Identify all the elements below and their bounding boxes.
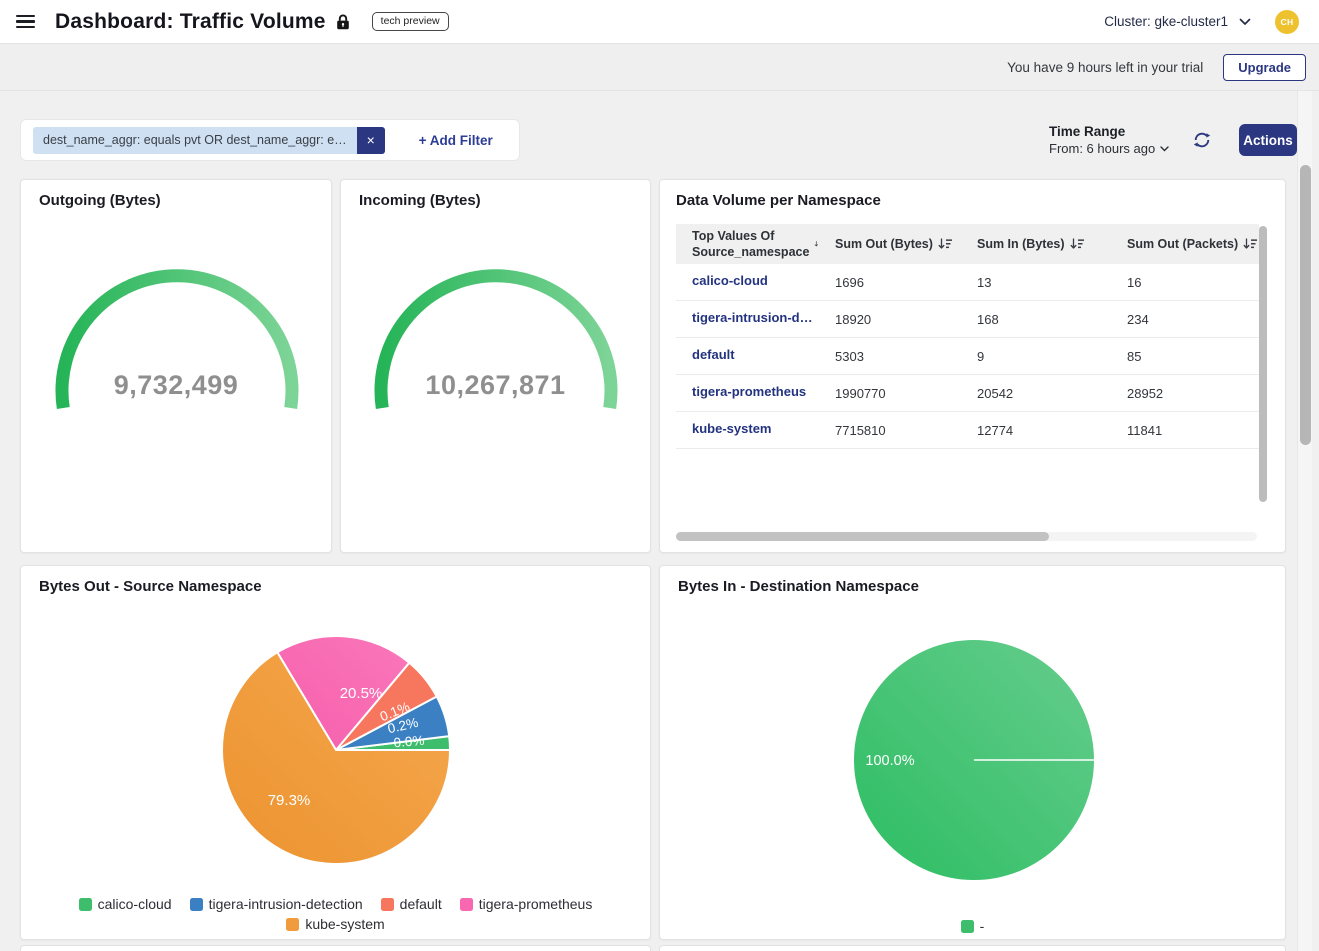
namespace-link[interactable]: kube-system [692, 421, 771, 436]
cell-sum-in-bytes: 12774 [961, 423, 1111, 438]
pie-label: 20.5% [340, 685, 383, 702]
pie-legend: - [660, 918, 1285, 934]
sort-amount-icon [1070, 238, 1085, 250]
table-row: default 5303 9 85 [676, 338, 1259, 375]
outgoing-bytes-card: Outgoing (Bytes) 9,732,499 [20, 179, 332, 553]
avatar[interactable]: CH [1275, 10, 1299, 34]
cell-sum-out-bytes: 1990770 [819, 386, 961, 401]
cell-sum-in-bytes: 13 [961, 275, 1111, 290]
add-filter-button[interactable]: + Add Filter [419, 133, 493, 148]
cell-sum-out-bytes: 18920 [819, 312, 961, 327]
table-header-row: Top Values OfSource_namespace Sum Out (B… [676, 224, 1259, 264]
time-range-value: From: 6 hours ago [1049, 141, 1155, 156]
bytes-out-pie-card: Bytes Out - Source Namespace 20.5% [20, 565, 651, 940]
table-row: tigera-intrusion-d… 18920 168 234 [676, 301, 1259, 338]
incoming-bytes-card: Incoming (Bytes) 10,267,871 [340, 179, 651, 553]
time-range-selector[interactable]: Time Range From: 6 hours ago [1049, 124, 1169, 156]
legend-item-tigera-intrusion-detection[interactable]: tigera-intrusion-detection [190, 896, 363, 912]
cluster-label: Cluster: gke-cluster1 [1104, 14, 1228, 29]
pie-label: 100.0% [865, 753, 914, 769]
namespace-link[interactable]: tigera-prometheus [692, 384, 806, 399]
cell-sum-out-packets: 16 [1111, 275, 1259, 290]
tech-preview-badge: tech preview [372, 12, 449, 31]
cluster-selector[interactable]: Cluster: gke-cluster1 [1104, 14, 1251, 29]
next-row-card-right [659, 945, 1286, 951]
chevron-down-icon [1160, 146, 1169, 152]
pie-legend: calico-cloud tigera-intrusion-detection … [21, 896, 650, 912]
trial-bar: You have 9 hours left in your trial Upgr… [0, 44, 1319, 91]
cell-sum-out-packets: 85 [1111, 349, 1259, 364]
incoming-gauge [341, 180, 652, 554]
filter-chip-text: dest_name_aggr: equals pvt OR dest_name_… [33, 127, 357, 154]
cell-sum-out-packets: 11841 [1111, 423, 1259, 438]
namespace-link[interactable]: default [692, 347, 735, 362]
pie-legend-row-2: kube-system [21, 916, 650, 932]
legend-swatch [79, 898, 92, 911]
time-range-label: Time Range [1049, 124, 1169, 139]
table-row: tigera-prometheus 1990770 20542 28952 [676, 375, 1259, 412]
incoming-gauge-value: 10,267,871 [341, 370, 650, 401]
filter-chip[interactable]: dest_name_aggr: equals pvt OR dest_name_… [33, 127, 385, 154]
column-header-source-namespace[interactable]: Top Values OfSource_namespace [676, 228, 819, 261]
cell-sum-in-bytes: 168 [961, 312, 1111, 327]
table-row: calico-cloud 1696 13 16 [676, 264, 1259, 301]
app-root: Dashboard: Traffic Volume tech preview C… [0, 0, 1319, 951]
legend-item-calico-cloud[interactable]: calico-cloud [79, 896, 172, 912]
page-title: Dashboard: Traffic Volume [55, 10, 326, 34]
cell-sum-out-bytes: 7715810 [819, 423, 961, 438]
legend-item-all[interactable]: - [961, 918, 985, 934]
legend-swatch [961, 920, 974, 933]
table-horizontal-scrollbar[interactable] [676, 532, 1257, 541]
legend-swatch [190, 898, 203, 911]
cell-sum-out-bytes: 5303 [819, 349, 961, 364]
refresh-button[interactable] [1192, 130, 1212, 150]
dashboard-content: dest_name_aggr: equals pvt OR dest_name_… [0, 91, 1319, 951]
outgoing-gauge-value: 9,732,499 [21, 370, 331, 401]
table-row: kube-system 7715810 12774 11841 [676, 412, 1259, 449]
upgrade-button[interactable]: Upgrade [1223, 54, 1306, 81]
page-vertical-scrollbar[interactable] [1297, 91, 1312, 951]
chevron-down-icon [1239, 18, 1251, 26]
cell-sum-out-packets: 234 [1111, 312, 1259, 327]
column-header-sum-in-bytes[interactable]: Sum In (Bytes) [961, 237, 1111, 251]
legend-swatch [286, 918, 299, 931]
bytes-out-pie-chart: 20.5% 0.1% 0.2% 0.0% 79.3% [21, 566, 652, 886]
namespace-link[interactable]: tigera-intrusion-d… [692, 310, 813, 325]
pie-label: 79.3% [268, 792, 311, 809]
next-row-card-left [20, 945, 651, 951]
trial-message: You have 9 hours left in your trial [1007, 60, 1203, 75]
cell-sum-out-bytes: 1696 [819, 275, 961, 290]
cell-sum-in-bytes: 20542 [961, 386, 1111, 401]
remove-filter-icon[interactable]: × [357, 127, 385, 154]
outgoing-gauge [21, 180, 333, 554]
pie-label: 0.0% [393, 733, 425, 751]
legend-item-tigera-prometheus[interactable]: tigera-prometheus [460, 896, 593, 912]
bytes-in-pie-card: Bytes In - Destination Namespace 100.0% … [659, 565, 1286, 940]
namespace-link[interactable]: calico-cloud [692, 273, 768, 288]
filter-bar: dest_name_aggr: equals pvt OR dest_name_… [20, 119, 520, 161]
legend-item-default[interactable]: default [381, 896, 442, 912]
cell-sum-out-packets: 28952 [1111, 386, 1259, 401]
sort-amount-icon [1243, 238, 1258, 250]
legend-swatch [460, 898, 473, 911]
data-volume-table-card: Data Volume per Namespace Top Values OfS… [659, 179, 1286, 553]
hamburger-menu-icon[interactable] [16, 15, 35, 29]
cell-sum-in-bytes: 9 [961, 349, 1111, 364]
lock-icon [336, 14, 350, 30]
bytes-in-pie-chart: 100.0% [660, 566, 1287, 906]
legend-swatch [381, 898, 394, 911]
actions-button[interactable]: Actions [1239, 124, 1297, 156]
column-header-sum-out-bytes[interactable]: Sum Out (Bytes) [819, 237, 961, 251]
top-bar: Dashboard: Traffic Volume tech preview C… [0, 0, 1319, 44]
table-vertical-scrollbar[interactable] [1259, 224, 1267, 521]
sort-amount-icon [938, 238, 953, 250]
card-title: Data Volume per Namespace [676, 192, 881, 209]
namespace-table: Top Values OfSource_namespace Sum Out (B… [676, 224, 1259, 449]
column-header-sum-out-packets[interactable]: Sum Out (Packets) [1111, 237, 1259, 251]
legend-item-kube-system[interactable]: kube-system [286, 916, 384, 932]
